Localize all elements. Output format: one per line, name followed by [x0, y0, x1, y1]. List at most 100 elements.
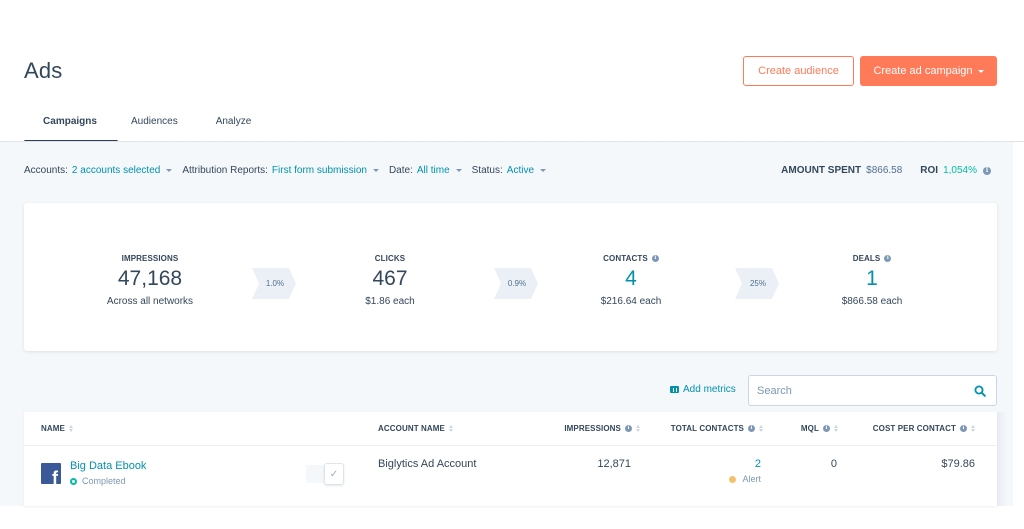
roi-value: 1,054%	[943, 165, 977, 176]
sort-icon	[759, 425, 763, 432]
sort-icon	[636, 425, 640, 432]
create-audience-button[interactable]: Create audience	[743, 56, 854, 86]
stage-value[interactable]: 4	[551, 267, 711, 291]
table-header: NAME ACCOUNT NAME IMPRESSIONS i TOTAL CO…	[24, 412, 997, 446]
status-dot-icon	[70, 477, 77, 485]
spend-summary: AMOUNT SPENT $866.58 ROI 1,054% i	[781, 165, 991, 176]
column-label: ACCOUNT NAME	[378, 424, 445, 433]
stage-label: IMPRESSIONS	[121, 253, 179, 263]
stage-subtext: $1.86 each	[365, 296, 415, 307]
tab-campaigns[interactable]: Campaigns	[24, 108, 118, 143]
caret-down-icon	[372, 169, 379, 172]
campaign-toggle[interactable]: ✓	[306, 463, 346, 485]
funnel-stage-deals: DEALS i 1 $866.58 each	[792, 253, 952, 308]
funnel-card: IMPRESSIONS 47,168 Across all networks 1…	[24, 203, 997, 351]
tab-analyze[interactable]: Analyze	[216, 108, 252, 142]
stage-label: CLICKS	[374, 253, 406, 263]
info-icon[interactable]: i	[748, 425, 755, 432]
search-icon[interactable]	[974, 385, 986, 397]
amount-spent-label: AMOUNT SPENT	[781, 165, 862, 176]
filter-label: Status:	[471, 165, 503, 176]
create-ad-campaign-button[interactable]: Create ad campaign	[860, 56, 997, 86]
column-label: COST PER CONTACT	[872, 424, 956, 433]
tab-audiences[interactable]: Audiences	[131, 108, 178, 142]
horizontal-scroll-shadow	[997, 412, 1007, 506]
filter-date[interactable]: Date: All time	[389, 165, 462, 176]
campaigns-table: NAME ACCOUNT NAME IMPRESSIONS i TOTAL CO…	[24, 412, 997, 506]
filter-value: First form submission	[271, 165, 367, 176]
alert-label: Alert	[742, 474, 761, 484]
sort-icon	[834, 425, 838, 432]
sort-icon	[68, 425, 73, 432]
column-header-mql[interactable]: MQL i	[801, 424, 838, 433]
filter-label: Attribution Reports:	[182, 165, 268, 176]
caret-down-icon	[540, 169, 547, 172]
info-icon[interactable]: i	[823, 425, 830, 432]
create-ad-campaign-label: Create ad campaign	[873, 65, 973, 77]
conversion-rate-chevron: 1.0%	[252, 268, 296, 299]
funnel-stage-clicks: CLICKS 467 $1.86 each	[310, 253, 470, 308]
info-icon[interactable]: i	[960, 425, 967, 432]
filter-value: 2 accounts selected	[71, 165, 161, 176]
filter-accounts[interactable]: Accounts: 2 accounts selected	[24, 165, 173, 176]
filter-status[interactable]: Status: Active	[471, 165, 547, 176]
alert-dot-icon	[729, 475, 737, 483]
mql-cell: 0	[830, 458, 837, 470]
conversion-rate-chevron: 0.9%	[494, 268, 538, 299]
column-label: TOTAL CONTACTS	[670, 424, 744, 433]
search-input[interactable]	[749, 376, 959, 405]
caret-down-icon	[977, 69, 984, 73]
page-header: Ads Create audience Create ad campaign C…	[0, 0, 1024, 143]
amount-spent-value: $866.58	[866, 165, 903, 176]
campaign-status: Completed	[70, 476, 126, 486]
tab-bar: Campaigns Audiences Analyze	[24, 108, 252, 143]
info-icon[interactable]: i	[625, 425, 632, 432]
add-metrics-label: Add metrics	[683, 384, 736, 395]
filter-label: Accounts:	[24, 165, 68, 176]
stage-value[interactable]: 1	[792, 267, 952, 291]
info-icon[interactable]: i	[884, 254, 892, 262]
filter-attribution-reports[interactable]: Attribution Reports: First form submissi…	[182, 165, 379, 176]
facebook-icon: f	[41, 463, 61, 484]
account-name-cell: Biglytics Ad Account	[378, 458, 477, 470]
sort-icon	[971, 425, 975, 432]
info-icon[interactable]: i	[983, 166, 991, 175]
cost-per-contact-cell: $79.86	[941, 458, 975, 470]
page-title: Ads	[24, 58, 63, 83]
column-header-total-contacts[interactable]: TOTAL CONTACTS i	[671, 424, 763, 433]
stage-label: DEALS	[852, 253, 881, 263]
column-header-name[interactable]: NAME	[41, 424, 73, 433]
checkmark-icon: ✓	[324, 463, 344, 485]
info-icon[interactable]: i	[651, 254, 659, 262]
filter-value: Active	[506, 165, 535, 176]
caret-down-icon	[455, 169, 462, 172]
column-header-account-name[interactable]: ACCOUNT NAME	[378, 424, 453, 433]
filter-value: All time	[416, 165, 450, 176]
impressions-cell: 12,871	[597, 458, 631, 470]
campaign-name-link[interactable]: Big Data Ebook	[70, 460, 146, 472]
filter-bar: Accounts: 2 accounts selected Attributio…	[24, 165, 556, 176]
stage-subtext: Across all networks	[106, 296, 194, 307]
stage-subtext: $866.58 each	[841, 296, 903, 307]
column-label: IMPRESSIONS	[564, 424, 621, 433]
search-box	[748, 375, 997, 406]
columns-icon	[670, 386, 679, 393]
funnel-stage-contacts: CONTACTS i 4 $216.64 each	[551, 253, 711, 308]
conversion-rate-chevron: 25%	[735, 268, 779, 299]
stage-value: 467	[372, 267, 408, 290]
stage-subtext: $216.64 each	[600, 296, 662, 307]
caret-down-icon	[166, 169, 173, 172]
stage-label: CONTACTS	[603, 253, 648, 263]
status-label: Completed	[82, 476, 126, 486]
total-contacts-cell[interactable]: 2	[755, 458, 761, 470]
roi-label: ROI	[920, 165, 939, 176]
funnel-stage-impressions: IMPRESSIONS 47,168 Across all networks	[70, 253, 230, 308]
column-header-cost-per-contact[interactable]: COST PER CONTACT i	[873, 424, 975, 433]
sort-icon	[448, 425, 453, 432]
column-header-impressions[interactable]: IMPRESSIONS i	[564, 424, 640, 433]
table-row: f Big Data Ebook Completed ✓ Biglytics A…	[24, 447, 997, 506]
column-label: NAME	[41, 424, 65, 433]
add-metrics-button[interactable]: Add metrics	[670, 384, 736, 395]
column-label: MQL	[800, 424, 819, 433]
filter-label: Date:	[388, 165, 413, 176]
